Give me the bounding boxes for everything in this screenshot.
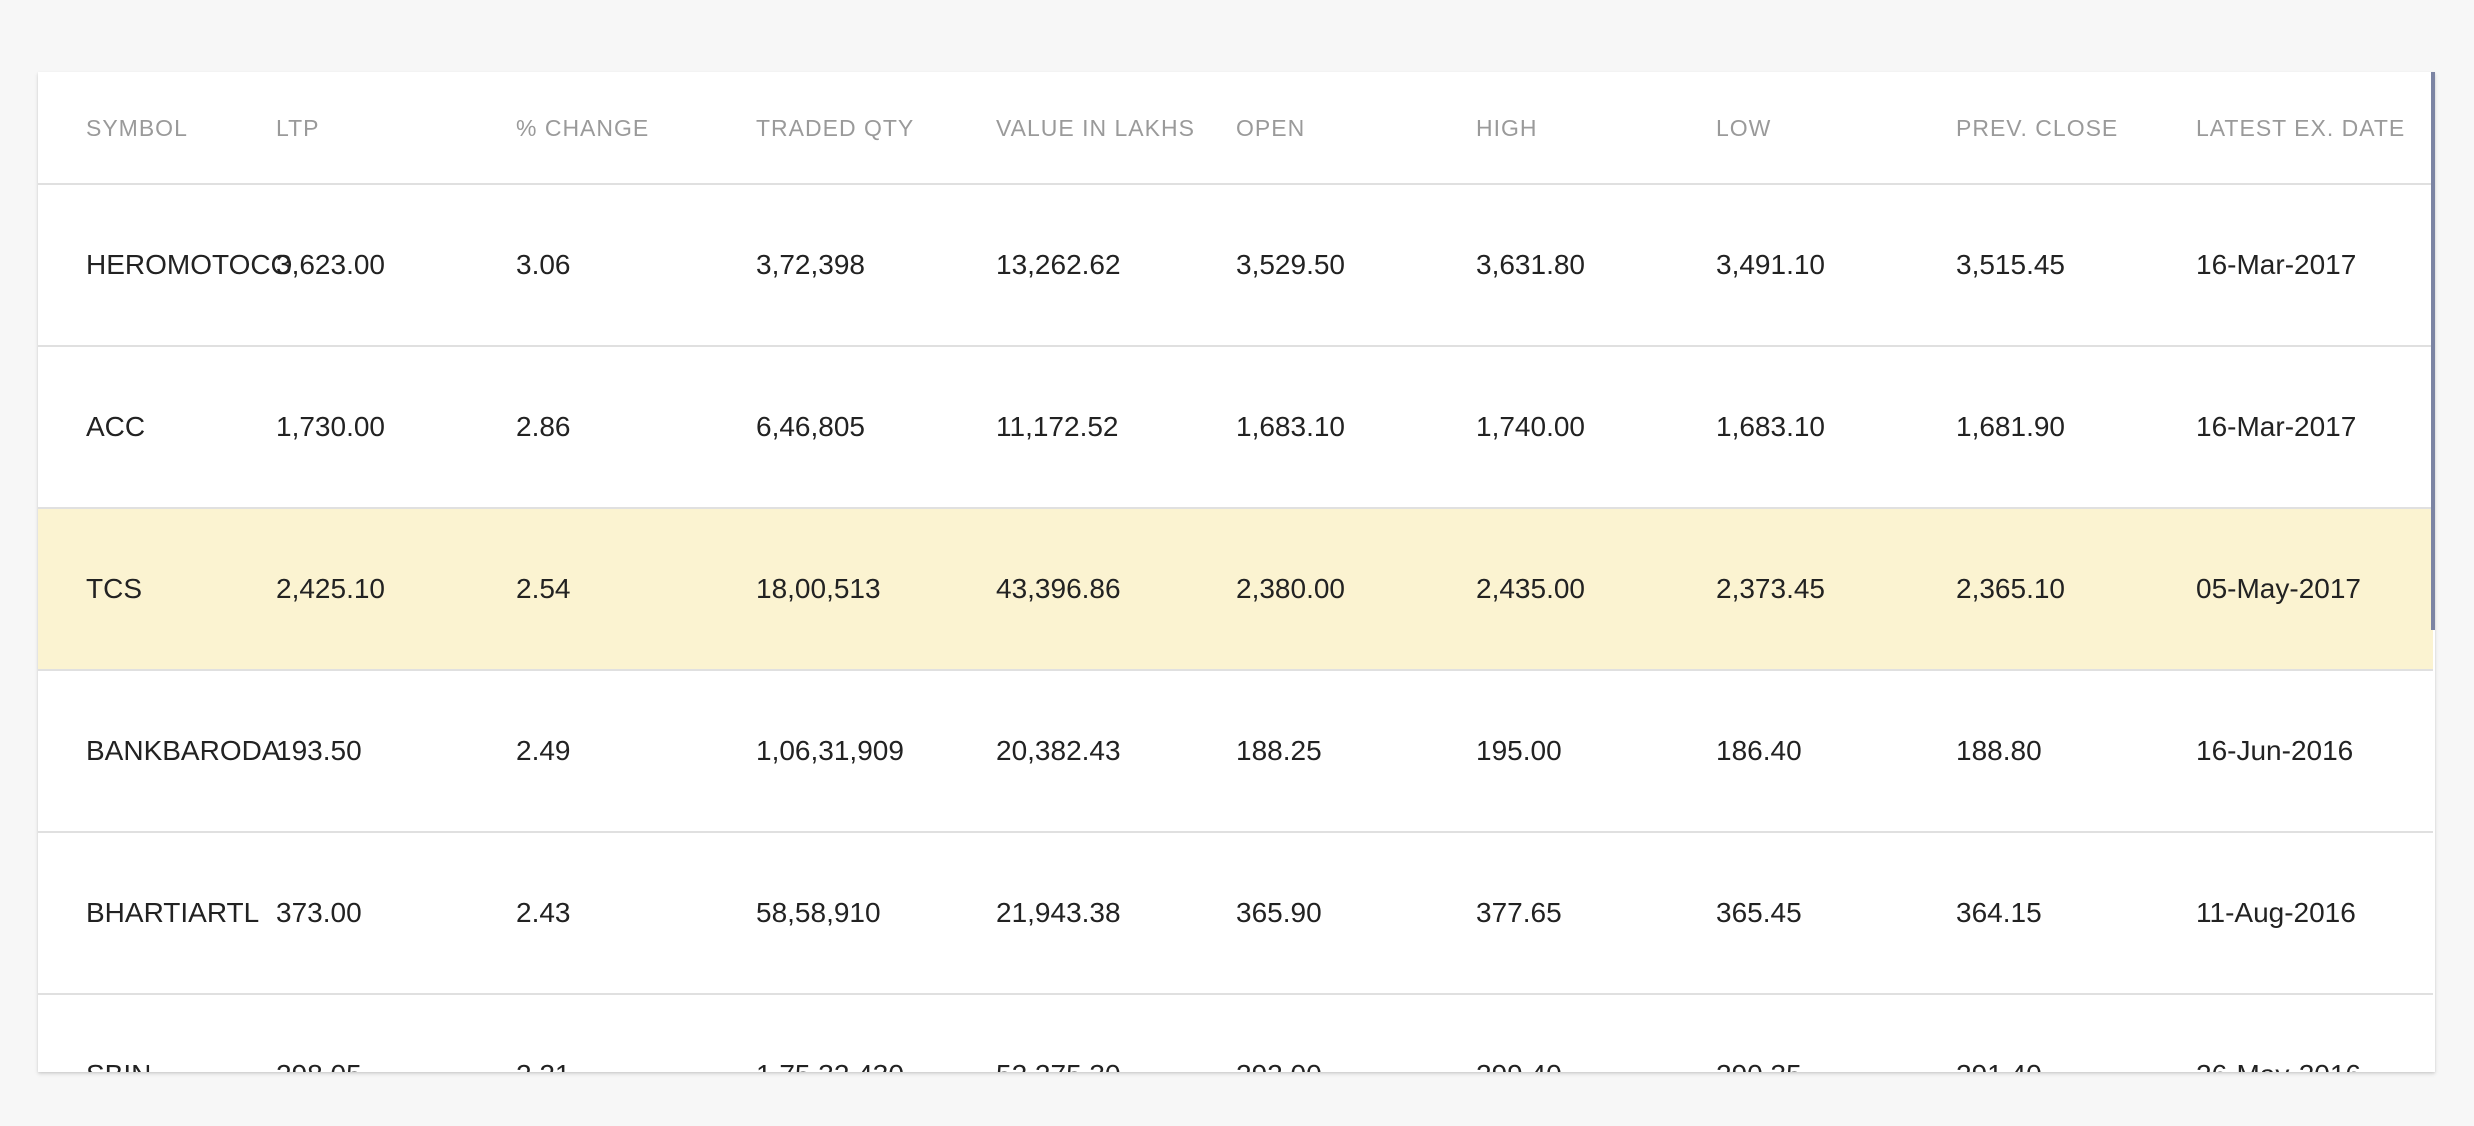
cell-traded-qty: 3,72,398: [756, 184, 996, 347]
cell-value: 20,382.43: [996, 670, 1236, 833]
cell-open: 2,380.00: [1236, 508, 1476, 671]
cell-open: 365.90: [1236, 832, 1476, 995]
cell-symbol: HEROMOTOCO: [38, 184, 292, 347]
cell-high: 195.00: [1476, 670, 1716, 833]
cell-ltp: 2,425.10: [276, 508, 516, 671]
cell-change: 2.49: [516, 670, 756, 833]
cell-value: 52,275.30: [996, 994, 1236, 1072]
column-header-prev-close[interactable]: PREV. CLOSE: [1956, 72, 2196, 185]
cell-traded-qty: 1,75,32,430: [756, 994, 996, 1072]
cell-high: 377.65: [1476, 832, 1716, 995]
cell-traded-qty: 18,00,513: [756, 508, 996, 671]
column-header-traded-qty[interactable]: TRADED QTY: [756, 72, 996, 185]
cell-value: 21,943.38: [996, 832, 1236, 995]
column-header-ltp[interactable]: LTP: [276, 72, 516, 185]
cell-low: 186.40: [1716, 670, 1956, 833]
stock-table: SYMBOL LTP % CHANGE TRADED QTY VALUE IN …: [38, 72, 2433, 1072]
cell-ltp: 3,623.00: [276, 184, 516, 347]
cell-high: 2,435.00: [1476, 508, 1716, 671]
cell-symbol: SBIN: [38, 994, 276, 1072]
cell-low: 2,373.45: [1716, 508, 1956, 671]
column-header-high[interactable]: HIGH: [1476, 72, 1716, 185]
cell-ex-date: 05-May-2017: [2196, 508, 2433, 671]
table-row[interactable]: HEROMOTOCO 3,623.00 3.06 3,72,398 13,262…: [38, 184, 2433, 347]
cell-prev-close: 364.15: [1956, 832, 2196, 995]
cell-change: 3.06: [516, 184, 756, 347]
table-row-highlighted[interactable]: TCS 2,425.10 2.54 18,00,513 43,396.86 2,…: [38, 508, 2433, 671]
column-header-symbol[interactable]: SYMBOL: [38, 72, 276, 185]
cell-low: 1,683.10: [1716, 346, 1956, 509]
cell-change: 2.21: [516, 994, 756, 1072]
cell-high: 299.40: [1476, 994, 1716, 1072]
cell-ex-date: 16-Mar-2017: [2196, 346, 2433, 509]
table-header-row: SYMBOL LTP % CHANGE TRADED QTY VALUE IN …: [38, 72, 2433, 185]
cell-ex-date: 11-Aug-2016: [2196, 832, 2433, 995]
cell-change: 2.54: [516, 508, 756, 671]
cell-prev-close: 188.80: [1956, 670, 2196, 833]
table-row[interactable]: BHARTIARTL 373.00 2.43 58,58,910 21,943.…: [38, 832, 2433, 995]
cell-value: 13,262.62: [996, 184, 1236, 347]
cell-ex-date: 26-May-2016: [2196, 994, 2433, 1072]
vertical-scrollbar[interactable]: [2431, 72, 2435, 630]
table-row[interactable]: ACC 1,730.00 2.86 6,46,805 11,172.52 1,6…: [38, 346, 2433, 509]
cell-value: 43,396.86: [996, 508, 1236, 671]
column-header-open[interactable]: OPEN: [1236, 72, 1476, 185]
cell-ltp: 373.00: [276, 832, 516, 995]
cell-symbol: ACC: [38, 346, 276, 509]
cell-ex-date: 16-Mar-2017: [2196, 184, 2433, 347]
cell-prev-close: 1,681.90: [1956, 346, 2196, 509]
cell-traded-qty: 1,06,31,909: [756, 670, 996, 833]
column-header-change[interactable]: % CHANGE: [516, 72, 756, 185]
cell-ltp: 1,730.00: [276, 346, 516, 509]
cell-open: 3,529.50: [1236, 184, 1476, 347]
column-header-ex-date[interactable]: LATEST EX. DATE: [2196, 72, 2433, 185]
cell-symbol: BANKBARODA: [38, 670, 281, 833]
cell-traded-qty: 58,58,910: [756, 832, 996, 995]
cell-prev-close: 2,365.10: [1956, 508, 2196, 671]
cell-open: 1,683.10: [1236, 346, 1476, 509]
cell-prev-close: 3,515.45: [1956, 184, 2196, 347]
column-header-value[interactable]: VALUE IN LAKHS: [996, 72, 1236, 185]
cell-ex-date: 16-Jun-2016: [2196, 670, 2433, 833]
stock-table-card: SYMBOL LTP % CHANGE TRADED QTY VALUE IN …: [38, 72, 2435, 1072]
cell-prev-close: 291.40: [1956, 994, 2196, 1072]
cell-high: 3,631.80: [1476, 184, 1716, 347]
cell-ltp: 193.50: [276, 670, 516, 833]
cell-high: 1,740.00: [1476, 346, 1716, 509]
cell-low: 290.35: [1716, 994, 1956, 1072]
cell-traded-qty: 6,46,805: [756, 346, 996, 509]
cell-open: 188.25: [1236, 670, 1476, 833]
cell-change: 2.43: [516, 832, 756, 995]
cell-open: 292.00: [1236, 994, 1476, 1072]
cell-change: 2.86: [516, 346, 756, 509]
cell-value: 11,172.52: [996, 346, 1236, 509]
cell-ltp: 298.05: [276, 994, 516, 1072]
cell-low: 3,491.10: [1716, 184, 1956, 347]
cell-symbol: BHARTIARTL: [38, 832, 276, 995]
table-row[interactable]: BANKBARODA 193.50 2.49 1,06,31,909 20,38…: [38, 670, 2433, 833]
column-header-low[interactable]: LOW: [1716, 72, 1956, 185]
cell-symbol: TCS: [38, 508, 276, 671]
table-row[interactable]: SBIN 298.05 2.21 1,75,32,430 52,275.30 2…: [38, 994, 2433, 1072]
cell-low: 365.45: [1716, 832, 1956, 995]
